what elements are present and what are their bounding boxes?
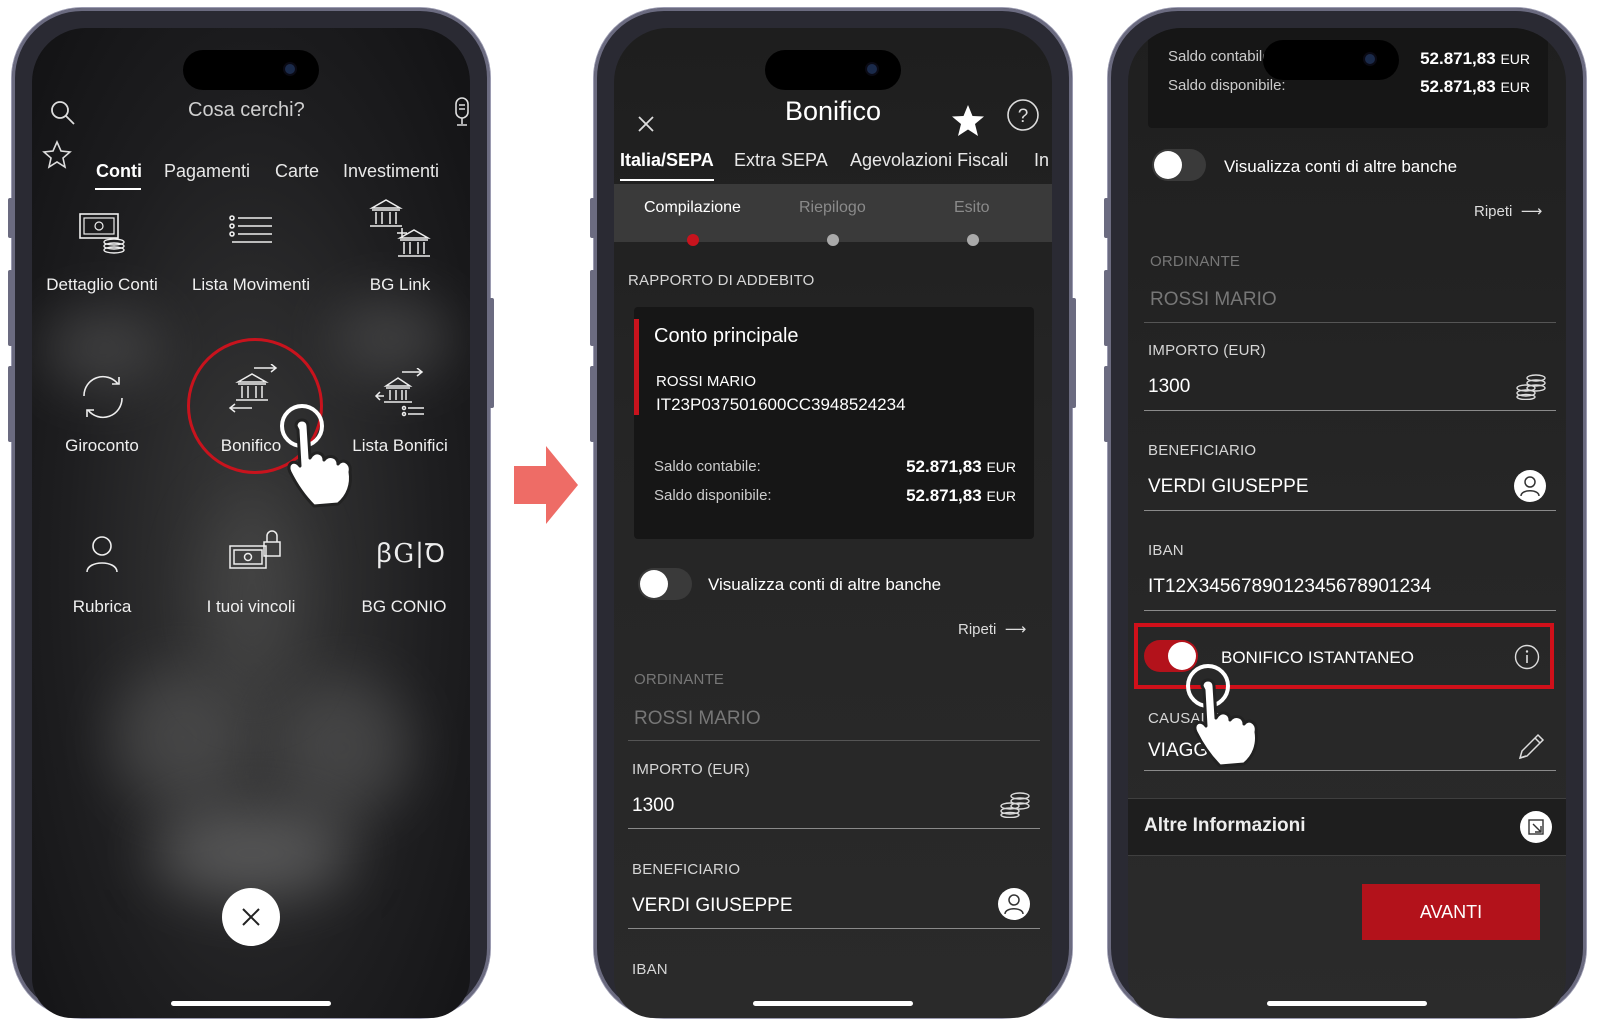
saldo-disponibile-value: 52.871,83 EUR [1420,77,1530,96]
list-icon [228,212,274,248]
tab-agevolazioni-fiscali[interactable]: Agevolazioni Fiscali [850,150,1008,171]
contact-picker-icon[interactable] [1514,470,1546,502]
search-input[interactable]: Cosa cerchi? [188,99,305,122]
locked-money-icon [226,528,284,574]
saldo-contabile-value: 52.871,83 EUR [1420,49,1530,68]
iban-input[interactable]: IT12X3456789012345678901234 [1148,576,1431,598]
info-icon[interactable] [1514,644,1540,670]
saldo-disponibile-label: Saldo disponibile: [654,487,772,504]
coins-icon [998,790,1032,818]
beneficiario-input[interactable]: VERDI GIUSEPPE [632,895,793,917]
tab-carte[interactable]: Carte [275,161,319,182]
iban-label: IBAN [1148,542,1184,559]
ordinante-value: ROSSI MARIO [1150,289,1277,310]
other-banks-label: Visualizza conti di altre banche [1224,157,1458,176]
iban-label: IBAN [632,961,668,978]
account-detail-icon [74,208,130,256]
saldo-contabile-label: Saldo contabile: [654,458,761,475]
ordinante-label: ORDINANTE [1150,253,1241,270]
step-compilazione: Compilazione [644,199,741,216]
saldo-contabile-value: 52.871,83 EUR [906,457,1016,476]
close-menu-button[interactable] [222,888,280,946]
tile-dettaglio-conti[interactable]: Dettaglio Conti [42,274,162,295]
search-icon[interactable] [50,100,76,126]
tab-investimenti[interactable]: Investimenti [343,161,439,182]
pointing-hand-icon [276,400,372,512]
star-favorite-icon[interactable] [950,104,986,138]
phone-menu: Cosa cerchi? Conti Pagamenti Carte Inves… [8,8,494,1018]
other-banks-toggle[interactable] [1152,149,1206,181]
ripeti-link[interactable]: Ripeti ⟶ [1474,202,1542,220]
tab-extra-sepa[interactable]: Extra SEPA [734,150,828,171]
coins-icon [1514,372,1548,400]
importo-label: IMPORTO (EUR) [1148,342,1266,359]
microphone-icon[interactable] [452,96,470,128]
help-icon[interactable]: ? [1006,98,1040,132]
phone-bonifico-form-scrolled: Saldo contabile: 52.871,83 EUR Saldo dis… [1104,8,1586,1018]
importo-input[interactable]: 1300 [1148,376,1190,398]
step-dot-active [687,234,699,246]
avanti-button[interactable]: AVANTI [1362,884,1540,940]
tile-giroconto[interactable]: Giroconto [42,435,162,456]
star-favorites-icon[interactable] [42,140,72,170]
saldo-disponibile-value: 52.871,83 EUR [906,486,1016,505]
tile-bg-conio[interactable]: BG CONIO [344,596,464,617]
saldo-contabile-label: Saldo contabile: [1168,48,1275,65]
bg-conio-logo: ꞵG|Ꝺ [376,539,447,569]
importo-input[interactable]: 1300 [632,795,674,817]
tile-bg-link[interactable]: BG Link [340,274,460,295]
tab-conti[interactable]: Conti [96,161,142,182]
other-banks-toggle[interactable] [638,568,692,600]
pointing-hand-icon [1182,660,1278,772]
section-label: RAPPORTO DI ADDEBITO [628,272,815,289]
saldo-disponibile-label: Saldo disponibile: [1168,77,1286,94]
account-card[interactable]: Conto principale ROSSI MARIO IT23P037501… [634,307,1034,539]
edit-pencil-icon[interactable] [1514,732,1546,764]
tab-pagamenti[interactable]: Pagamenti [164,161,250,182]
ripeti-link[interactable]: Ripeti ⟶ [958,620,1026,638]
avanti-label: AVANTI [1419,902,1483,922]
beneficiario-label: BENEFICIARIO [632,861,741,878]
altre-informazioni-section[interactable]: Altre Informazioni [1128,799,1566,855]
transfer-cycle-icon [78,374,128,420]
svg-text:?: ? [1018,106,1029,127]
next-step-arrow-icon [514,446,580,524]
tab-italia-sepa[interactable]: Italia/SEPA [620,150,714,171]
step-dot [967,234,979,246]
contact-icon [84,534,120,574]
ordinante-value: ROSSI MARIO [634,708,761,729]
phone-bonifico-form: Bonifico ? Italia/SEPA Extra SEPA Agevol… [590,8,1076,1018]
step-riepilogo: Riepilogo [799,199,866,216]
transfer-list-icon [374,368,428,418]
ordinante-label: ORDINANTE [634,671,725,688]
altre-informazioni-label: Altre Informazioni [1144,815,1306,836]
tile-rubrica[interactable]: Rubrica [42,596,162,617]
active-tab-indicator [95,188,141,190]
step-dot [827,234,839,246]
step-esito: Esito [954,199,990,216]
page-title: Bonifico [784,96,882,126]
tab-more[interactable]: In [1034,150,1049,171]
account-holder: ROSSI MARIO [656,373,757,390]
expand-icon[interactable] [1520,811,1552,843]
contact-picker-icon[interactable] [998,888,1030,920]
account-iban: IT23P037501600CC3948524234 [656,395,906,414]
importo-label: IMPORTO (EUR) [632,761,750,778]
bank-link-icon [368,198,434,260]
active-tab-indicator [620,179,714,181]
tile-i-tuoi-vincoli[interactable]: I tuoi vincoli [191,596,311,617]
bank-transfer-icon [228,364,282,416]
tile-lista-movimenti[interactable]: Lista Movimenti [191,274,311,295]
beneficiario-label: BENEFICIARIO [1148,442,1257,459]
tab-more[interactable]: I [469,161,470,182]
beneficiario-input[interactable]: VERDI GIUSEPPE [1148,476,1309,498]
other-banks-label: Visualizza conti di altre banche [708,575,942,594]
account-name: Conto principale [654,325,799,347]
